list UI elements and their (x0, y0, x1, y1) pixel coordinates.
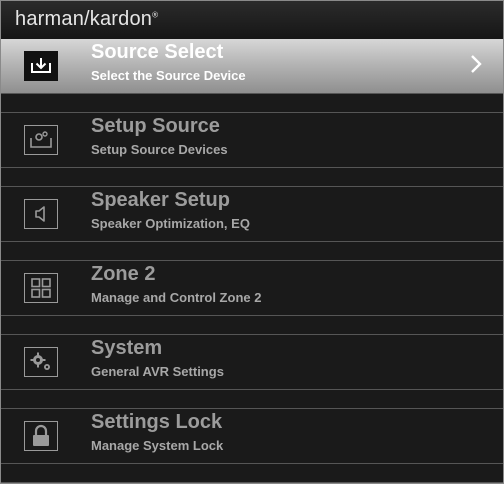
row-separator (1, 167, 503, 187)
menu-item-subtitle: Select the Source Device (91, 68, 246, 83)
gears-icon (24, 347, 58, 377)
menu-item-title: Setup Source (91, 115, 220, 137)
row-separator (1, 389, 503, 409)
zone-grid-icon (24, 273, 58, 303)
row-separator (1, 241, 503, 261)
menu-item-subtitle: Setup Source Devices (91, 142, 228, 157)
menu-item-settings-lock[interactable]: Settings Lock Manage System Lock (1, 409, 503, 463)
app-screen: harman/kardon® Source Select Select the … (0, 0, 504, 484)
padlock-icon (24, 421, 58, 451)
setup-source-icon (24, 125, 58, 155)
chevron-right-icon (469, 53, 483, 80)
header-bar: harman/kardon® (1, 1, 503, 39)
menu-item-system[interactable]: System General AVR Settings (1, 335, 503, 389)
menu-item-title: Source Select (91, 41, 224, 63)
menu-item-subtitle: Manage System Lock (91, 438, 224, 453)
menu-item-setup-source[interactable]: Setup Source Setup Source Devices (1, 113, 503, 167)
registered-mark: ® (152, 10, 159, 20)
menu-item-title: System (91, 337, 163, 359)
row-separator (1, 93, 503, 113)
menu-item-subtitle: Speaker Optimization, EQ (91, 216, 250, 231)
row-separator (1, 463, 503, 483)
menu-item-title: Speaker Setup (91, 189, 230, 211)
source-select-icon (24, 51, 58, 81)
speaker-icon (24, 199, 58, 229)
menu-item-speaker-setup[interactable]: Speaker Setup Speaker Optimization, EQ (1, 187, 503, 241)
brand-logo-text: harman/kardon (15, 8, 153, 30)
menu-item-subtitle: General AVR Settings (91, 364, 224, 379)
menu-item-source-select[interactable]: Source Select Select the Source Device (1, 39, 503, 93)
menu-item-title: Settings Lock (91, 411, 223, 433)
menu-item-subtitle: Manage and Control Zone 2 (91, 290, 262, 305)
menu-item-title: Zone 2 (91, 263, 156, 285)
row-separator (1, 315, 503, 335)
brand-logo: harman/kardon® (15, 8, 158, 31)
menu-item-zone-2[interactable]: Zone 2 Manage and Control Zone 2 (1, 261, 503, 315)
